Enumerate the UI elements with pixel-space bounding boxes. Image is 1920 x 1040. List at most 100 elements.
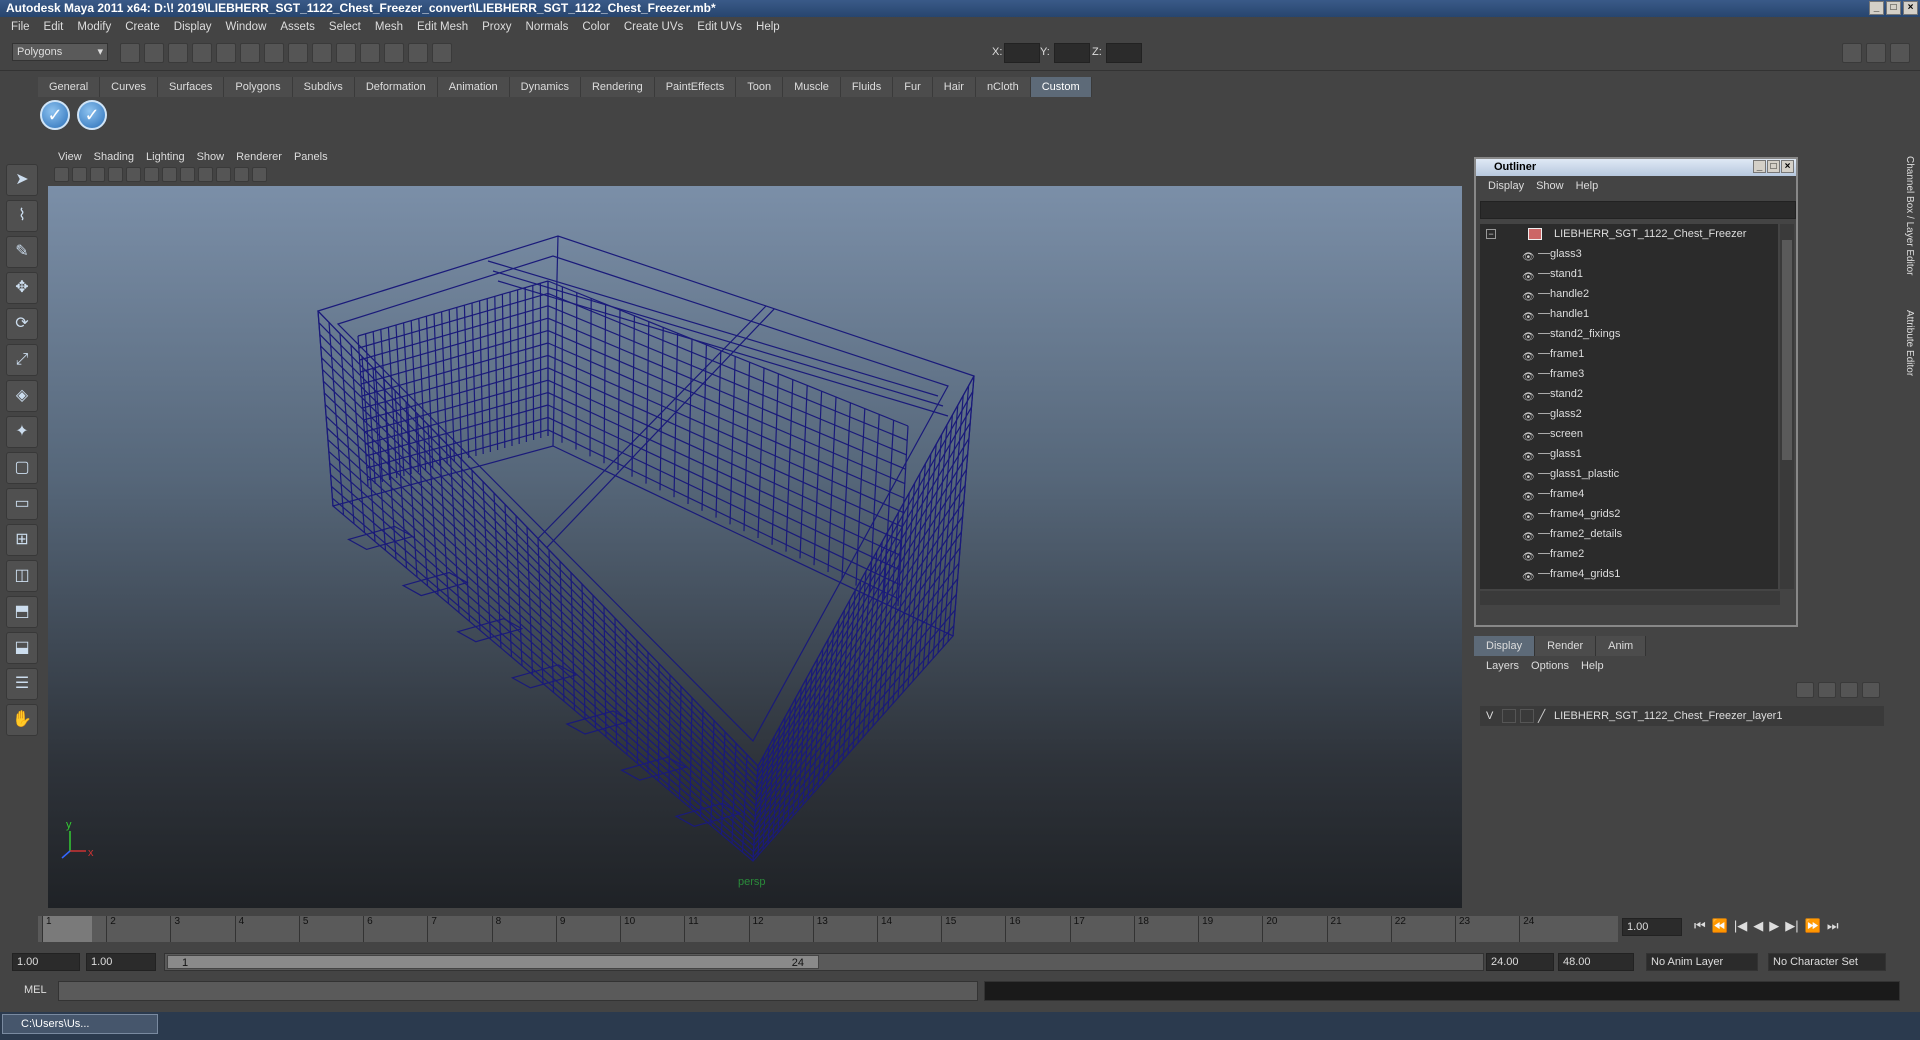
current-frame-field[interactable]: 1.00 bbox=[1622, 918, 1682, 936]
menu-normals[interactable]: Normals bbox=[519, 21, 576, 33]
lighting-icon[interactable] bbox=[198, 167, 213, 182]
channel-box-tab[interactable]: Channel Box / Layer Editor bbox=[1904, 156, 1915, 276]
layer-menu-layers[interactable]: Layers bbox=[1480, 660, 1525, 672]
outliner-item[interactable]: 👁 frame2 bbox=[1480, 544, 1778, 564]
shelf-tab-fur[interactable]: Fur bbox=[893, 77, 933, 97]
outliner-item[interactable]: 👁 frame3 bbox=[1480, 364, 1778, 384]
channel-box-toggle-icon[interactable] bbox=[1890, 43, 1910, 63]
render-settings-icon[interactable] bbox=[432, 43, 452, 63]
outliner-item[interactable]: 👁 frame1 bbox=[1480, 344, 1778, 364]
shelf-tab-surfaces[interactable]: Surfaces bbox=[157, 77, 225, 97]
shelf-tab-rendering[interactable]: Rendering bbox=[580, 77, 655, 97]
layer-tab-render[interactable]: Render bbox=[1535, 636, 1597, 656]
camera-select-icon[interactable] bbox=[54, 167, 69, 182]
new-layer-icon[interactable] bbox=[1796, 682, 1814, 698]
layer-menu-options[interactable]: Options bbox=[1525, 660, 1575, 672]
menu-help[interactable]: Help bbox=[749, 21, 787, 33]
menu-display[interactable]: Display bbox=[167, 21, 219, 33]
panel-menu-panels[interactable]: Panels bbox=[288, 151, 334, 163]
outliner-layout-icon[interactable]: ☰ bbox=[6, 668, 38, 700]
layer-visibility-toggle[interactable]: V bbox=[1486, 706, 1493, 726]
bookmark-icon[interactable] bbox=[90, 167, 105, 182]
snap-point-icon[interactable] bbox=[312, 43, 332, 63]
outliner-item[interactable]: 👁 frame4_grids3 bbox=[1480, 584, 1778, 589]
open-scene-icon[interactable] bbox=[144, 43, 164, 63]
panel-menu-renderer[interactable]: Renderer bbox=[230, 151, 288, 163]
isolate-select-icon[interactable] bbox=[234, 167, 249, 182]
shelf-tab-muscle[interactable]: Muscle bbox=[783, 77, 841, 97]
select-component-icon[interactable] bbox=[240, 43, 260, 63]
outliner-item[interactable]: 👁 stand2_fixings bbox=[1480, 324, 1778, 344]
menu-proxy[interactable]: Proxy bbox=[475, 21, 518, 33]
z-field[interactable] bbox=[1106, 43, 1142, 63]
manipulator-tool-icon[interactable]: ◈ bbox=[6, 380, 38, 412]
step-back-key-icon[interactable]: |◀ bbox=[1734, 918, 1747, 934]
layer-playback-toggle[interactable] bbox=[1502, 709, 1516, 723]
outliner-maximize-icon[interactable]: □ bbox=[1767, 160, 1780, 173]
select-tool-icon[interactable]: ➤ bbox=[6, 164, 38, 196]
command-input[interactable] bbox=[58, 981, 978, 1001]
outliner-item[interactable]: 👁 handle2 bbox=[1480, 284, 1778, 304]
attribute-editor-tab[interactable]: Attribute Editor bbox=[1904, 310, 1915, 376]
history-icon[interactable] bbox=[360, 43, 380, 63]
shelf-tab-animation[interactable]: Animation bbox=[437, 77, 510, 97]
y-field[interactable] bbox=[1054, 43, 1090, 63]
move-tool-icon[interactable]: ✥ bbox=[6, 272, 38, 304]
snap-curve-icon[interactable] bbox=[288, 43, 308, 63]
layer-color-icon[interactable]: ╱ bbox=[1538, 708, 1552, 724]
shelf-tab-painteffects[interactable]: PaintEffects bbox=[654, 77, 737, 97]
menu-window[interactable]: Window bbox=[218, 21, 273, 33]
outliner-item[interactable]: 👁 stand2 bbox=[1480, 384, 1778, 404]
menu-create-uvs[interactable]: Create UVs bbox=[617, 21, 690, 33]
camera-attributes-icon[interactable] bbox=[72, 167, 87, 182]
last-tool-icon[interactable]: ▢ bbox=[6, 452, 38, 484]
select-object-icon[interactable] bbox=[216, 43, 236, 63]
menu-select[interactable]: Select bbox=[322, 21, 368, 33]
shelf-button-check-1[interactable]: ✓ bbox=[40, 100, 70, 130]
snap-plane-icon[interactable] bbox=[336, 43, 356, 63]
menu-create[interactable]: Create bbox=[118, 21, 167, 33]
new-layer-selected-icon[interactable] bbox=[1818, 682, 1836, 698]
timeline-ticks[interactable]: 1 2 3 4 5 6 7 8 9 10 11 12 13 14 15 16 17 18 19 20 21 22 23 24 bbox=[38, 916, 1618, 942]
move-down-icon[interactable] bbox=[1862, 682, 1880, 698]
side-by-side-layout-icon[interactable]: ◫ bbox=[6, 560, 38, 592]
menu-assets[interactable]: Assets bbox=[273, 21, 322, 33]
shelf-tab-subdivs[interactable]: Subdivs bbox=[292, 77, 355, 97]
outliner-menu-help[interactable]: Help bbox=[1570, 180, 1605, 192]
end-time-field[interactable]: 48.00 bbox=[1558, 953, 1634, 971]
minimize-button[interactable]: _ bbox=[1869, 1, 1884, 15]
persp-graph-layout-icon[interactable]: ⬒ bbox=[6, 596, 38, 628]
menu-mesh[interactable]: Mesh bbox=[368, 21, 410, 33]
shadows-icon[interactable] bbox=[216, 167, 231, 182]
shelf-tab-fluids[interactable]: Fluids bbox=[840, 77, 894, 97]
go-to-start-icon[interactable]: ⏮ bbox=[1694, 918, 1706, 934]
outliner-item[interactable]: 👁 screen bbox=[1480, 424, 1778, 444]
character-set-dropdown[interactable]: No Character Set bbox=[1768, 953, 1886, 971]
layer-tab-anim[interactable]: Anim bbox=[1596, 636, 1647, 656]
panel-menu-show[interactable]: Show bbox=[191, 151, 231, 163]
layer-tab-display[interactable]: Display bbox=[1474, 636, 1536, 656]
outliner-item[interactable]: 👁 glass1_plastic bbox=[1480, 464, 1778, 484]
outliner-list[interactable]: − LIEBHERR_SGT_1122_Chest_Freezer 👁 glass… bbox=[1480, 224, 1778, 589]
menu-edit-mesh[interactable]: Edit Mesh bbox=[410, 21, 475, 33]
rotate-tool-icon[interactable]: ⟳ bbox=[6, 308, 38, 340]
outliner-filter-field[interactable] bbox=[1480, 201, 1796, 219]
soft-mod-tool-icon[interactable]: ✦ bbox=[6, 416, 38, 448]
outliner-item[interactable]: 👁 frame4 bbox=[1480, 484, 1778, 504]
menu-file[interactable]: File bbox=[4, 21, 37, 33]
wireframe-icon[interactable] bbox=[144, 167, 159, 182]
layer-type-toggle[interactable] bbox=[1520, 709, 1534, 723]
maximize-button[interactable]: □ bbox=[1886, 1, 1901, 15]
layer-menu-help[interactable]: Help bbox=[1575, 660, 1610, 672]
script-editor-icon[interactable]: ✋ bbox=[6, 704, 38, 736]
shelf-tab-deformation[interactable]: Deformation bbox=[354, 77, 438, 97]
outliner-minimize-icon[interactable]: _ bbox=[1753, 160, 1766, 173]
minimized-window[interactable]: C:\Users\Us... bbox=[2, 1014, 158, 1034]
shelf-tab-dynamics[interactable]: Dynamics bbox=[509, 77, 581, 97]
render-icon[interactable] bbox=[384, 43, 404, 63]
outliner-item[interactable]: 👁 frame2_details bbox=[1480, 524, 1778, 544]
shelf-tab-ncloth[interactable]: nCloth bbox=[975, 77, 1031, 97]
hypershade-layout-icon[interactable]: ⬓ bbox=[6, 632, 38, 664]
save-scene-icon[interactable] bbox=[168, 43, 188, 63]
start-time-field[interactable]: 1.00 bbox=[12, 953, 80, 971]
